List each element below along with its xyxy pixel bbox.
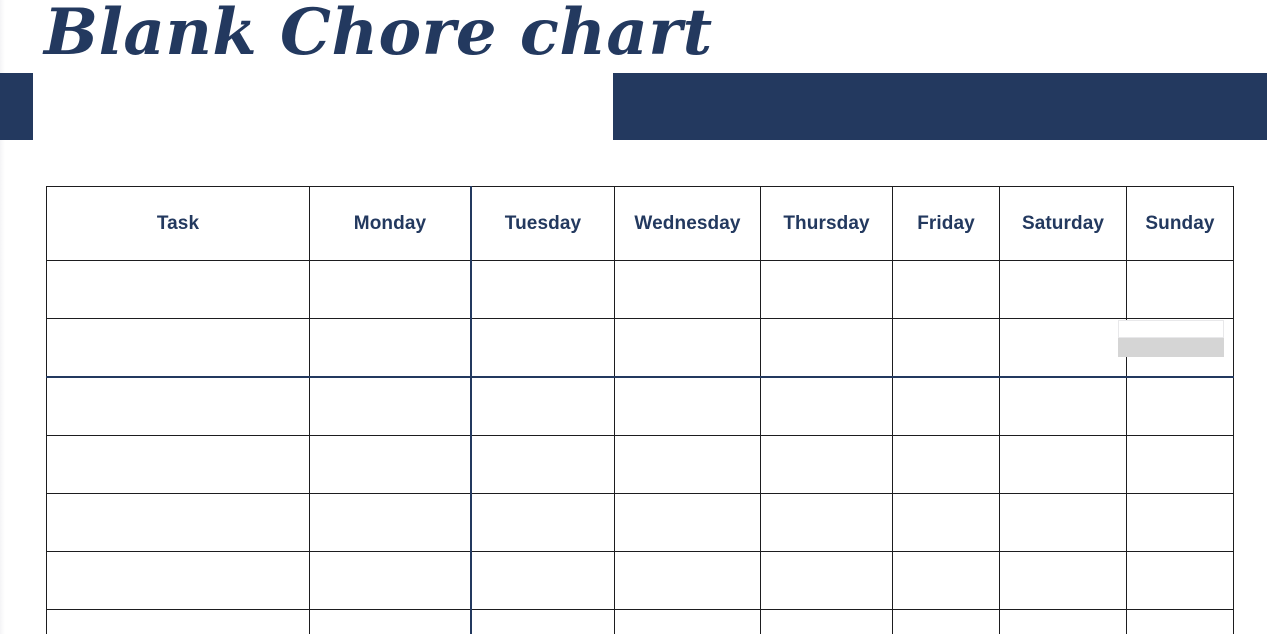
cell-wednesday[interactable] [614, 318, 761, 378]
chore-table-header-row: Task Monday Tuesday Wednesday Thursday F… [46, 186, 1234, 261]
cell-monday[interactable] [309, 260, 472, 319]
cell-task[interactable] [46, 551, 310, 610]
page-title: Blank Chore chart [44, 0, 713, 70]
cell-sunday[interactable] [1126, 435, 1234, 494]
cell-wednesday[interactable] [614, 551, 761, 610]
cell-friday[interactable] [892, 609, 1000, 634]
cell-wednesday[interactable] [614, 260, 761, 319]
cell-thursday[interactable] [760, 609, 893, 634]
table-row [46, 435, 1234, 494]
cell-tuesday[interactable] [470, 376, 615, 436]
column-header-task[interactable]: Task [46, 186, 310, 261]
cell-thursday[interactable] [760, 376, 893, 436]
table-row [46, 493, 1234, 552]
cell-wednesday[interactable] [614, 435, 761, 494]
cell-saturday[interactable] [999, 609, 1127, 634]
cell-task[interactable] [46, 376, 310, 436]
cell-tuesday[interactable] [470, 260, 615, 319]
table-row [46, 609, 1234, 634]
cell-task[interactable] [46, 435, 310, 494]
table-row [46, 318, 1234, 378]
cell-saturday[interactable] [999, 493, 1127, 552]
column-header-thursday[interactable]: Thursday [760, 186, 893, 261]
cell-friday[interactable] [892, 493, 1000, 552]
cell-sunday[interactable] [1126, 609, 1234, 634]
cell-sunday[interactable] [1126, 260, 1234, 319]
title-bar-right [613, 73, 1267, 140]
cell-monday[interactable] [309, 435, 472, 494]
cell-thursday[interactable] [760, 318, 893, 378]
dropdown-option-highlighted[interactable] [1118, 338, 1224, 357]
table-row [46, 376, 1234, 436]
cell-friday[interactable] [892, 318, 1000, 378]
cell-tuesday[interactable] [470, 551, 615, 610]
cell-sunday[interactable] [1126, 493, 1234, 552]
cell-wednesday[interactable] [614, 376, 761, 436]
cell-wednesday[interactable] [614, 609, 761, 634]
title-accent-block-left [0, 73, 33, 140]
dropdown-input[interactable] [1118, 320, 1224, 338]
column-header-saturday[interactable]: Saturday [999, 186, 1127, 261]
cell-task[interactable] [46, 493, 310, 552]
chore-table: Task Monday Tuesday Wednesday Thursday F… [46, 186, 1234, 634]
cell-monday[interactable] [309, 376, 472, 436]
cell-sunday[interactable] [1126, 551, 1234, 610]
cell-monday[interactable] [309, 551, 472, 610]
chore-table-container: Task Monday Tuesday Wednesday Thursday F… [46, 186, 1234, 634]
cell-saturday[interactable] [999, 435, 1127, 494]
cell-saturday[interactable] [999, 260, 1127, 319]
cell-monday[interactable] [309, 318, 472, 378]
cell-tuesday[interactable] [470, 493, 615, 552]
chore-table-body [46, 260, 1234, 634]
title-band [0, 73, 1267, 140]
column-header-wednesday[interactable]: Wednesday [614, 186, 761, 261]
cell-friday[interactable] [892, 551, 1000, 610]
column-header-tuesday[interactable]: Tuesday [470, 186, 615, 261]
cell-tuesday[interactable] [470, 435, 615, 494]
cell-wednesday[interactable] [614, 493, 761, 552]
cell-thursday[interactable] [760, 260, 893, 319]
table-row [46, 260, 1234, 319]
cell-thursday[interactable] [760, 435, 893, 494]
column-header-monday[interactable]: Monday [309, 186, 472, 261]
cell-task[interactable] [46, 318, 310, 378]
cell-sunday[interactable] [1126, 376, 1234, 436]
cell-task[interactable] [46, 260, 310, 319]
cell-dropdown[interactable] [1118, 320, 1224, 358]
page-canvas: Blank Chore chart Task Monday Tuesday We… [0, 0, 1267, 634]
cell-friday[interactable] [892, 376, 1000, 436]
cell-tuesday[interactable] [470, 318, 615, 378]
cell-tuesday[interactable] [470, 609, 615, 634]
column-header-friday[interactable]: Friday [892, 186, 1000, 261]
cell-saturday[interactable] [999, 376, 1127, 436]
column-header-sunday[interactable]: Sunday [1126, 186, 1234, 261]
cell-saturday[interactable] [999, 551, 1127, 610]
cell-friday[interactable] [892, 435, 1000, 494]
cell-thursday[interactable] [760, 493, 893, 552]
cell-thursday[interactable] [760, 551, 893, 610]
chore-table-head: Task Monday Tuesday Wednesday Thursday F… [46, 186, 1234, 261]
table-row [46, 551, 1234, 610]
cell-friday[interactable] [892, 260, 1000, 319]
cell-saturday[interactable] [999, 318, 1127, 378]
cell-monday[interactable] [309, 493, 472, 552]
cell-monday[interactable] [309, 609, 472, 634]
cell-task[interactable] [46, 609, 310, 634]
